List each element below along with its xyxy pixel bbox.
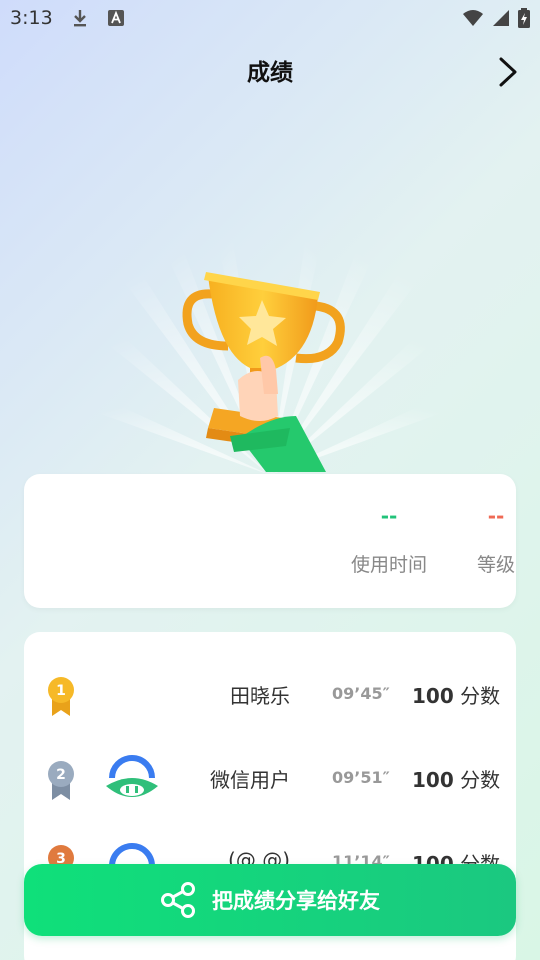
- usage-time-label: 使用时间: [350, 554, 427, 576]
- share-button[interactable]: 把成绩分享给好友: [24, 864, 516, 936]
- ranking-row[interactable]: 2 微信用户 09’51″ 100 分数: [24, 748, 516, 808]
- ranking-row[interactable]: 1 田晓乐 09’45″ 100 分数: [24, 664, 516, 724]
- text-a-icon: [107, 10, 124, 26]
- header: 成绩: [0, 46, 540, 94]
- player-score: 100 分数: [412, 764, 500, 793]
- share-icon: [161, 882, 195, 918]
- wifi-icon: [463, 10, 483, 26]
- score-value: 100: [412, 768, 454, 792]
- chevron-right-icon[interactable]: [494, 56, 522, 88]
- avatar: [106, 755, 158, 797]
- player-time: 09’51″: [332, 768, 390, 787]
- silver-medal-icon: 2: [48, 761, 74, 800]
- player-name: 田晓乐: [230, 684, 290, 708]
- battery-icon: [518, 8, 530, 28]
- signal-icon: [493, 10, 509, 26]
- trophy-illustration: [90, 210, 450, 475]
- rank-number: 1: [56, 683, 66, 699]
- player-time: 09’45″: [332, 684, 390, 703]
- level-stat: -- 等级: [454, 504, 538, 577]
- status-bar: 3:13: [0, 0, 540, 36]
- gold-medal-icon: 1: [48, 677, 74, 716]
- share-button-label: 把成绩分享给好友: [212, 889, 380, 913]
- score-unit: 分数: [460, 684, 501, 708]
- score-unit: 分数: [460, 768, 501, 792]
- rank-number: 2: [56, 767, 66, 783]
- score-value: 100: [412, 684, 454, 708]
- player-score: 100 分数: [412, 680, 500, 709]
- level-value: --: [487, 504, 505, 528]
- usage-time-value: --: [380, 504, 398, 528]
- page-title: 成绩: [247, 60, 293, 86]
- player-name: 微信用户: [210, 768, 290, 792]
- stats-card: -- 使用时间 -- 等级: [24, 474, 516, 608]
- download-icon: [73, 10, 86, 27]
- usage-time-stat: -- 使用时间: [324, 504, 454, 577]
- level-label: 等级: [476, 554, 515, 576]
- status-time: 3:13: [10, 7, 53, 29]
